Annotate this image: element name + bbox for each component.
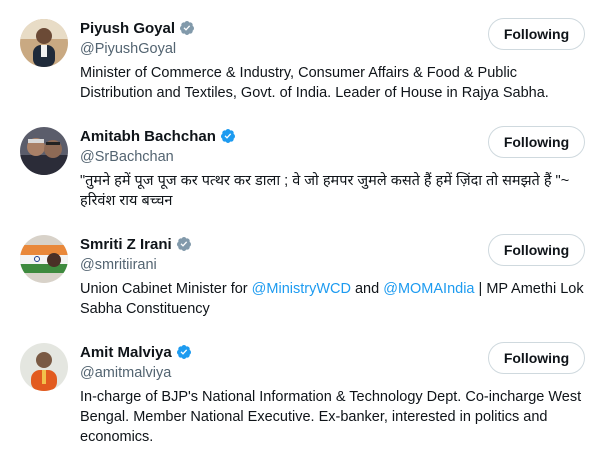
- mention-link[interactable]: @MinistryWCD: [252, 281, 351, 297]
- following-button[interactable]: Following: [488, 342, 585, 374]
- bio-text: In-charge of BJP's National Information …: [80, 389, 582, 445]
- username-handle[interactable]: @SrBachchan: [80, 147, 236, 167]
- verified-badge-gray-icon: [176, 237, 191, 251]
- verified-badge-blue-icon: [220, 129, 235, 143]
- avatar[interactable]: [20, 19, 68, 67]
- username-handle[interactable]: @PiyushGoyal: [80, 39, 195, 59]
- avatar[interactable]: [20, 235, 68, 283]
- user-bio: "तुमने हमें पूज पूज कर पत्थर कर डाला ; व…: [80, 171, 585, 211]
- display-name[interactable]: Amitabh Bachchan: [80, 128, 216, 145]
- bio-text: Minister of Commerce & Industry, Consume…: [80, 65, 549, 101]
- display-name[interactable]: Amit Malviya: [80, 344, 172, 361]
- user-cell[interactable]: Piyush Goyal @PiyushGoyal Following Mini…: [0, 17, 601, 103]
- verified-badge-gray-icon: [180, 21, 195, 35]
- following-button[interactable]: Following: [488, 234, 585, 266]
- mention-link[interactable]: @MOMAIndia: [383, 281, 474, 297]
- user-cell[interactable]: Smriti Z Irani @smritiirani Following Un…: [0, 233, 601, 319]
- user-bio: Union Cabinet Minister for @MinistryWCD …: [80, 279, 585, 319]
- avatar[interactable]: [20, 127, 68, 175]
- display-name[interactable]: Smriti Z Irani: [80, 236, 172, 253]
- verified-badge-blue-icon: [176, 345, 191, 359]
- username-handle[interactable]: @amitmalviya: [80, 363, 192, 383]
- bio-text: Union Cabinet Minister for: [80, 281, 252, 297]
- bio-text: "तुमने हमें पूज पूज कर पत्थर कर डाला ; व…: [80, 173, 570, 209]
- user-bio: In-charge of BJP's National Information …: [80, 387, 585, 447]
- user-bio: Minister of Commerce & Industry, Consume…: [80, 63, 585, 103]
- avatar[interactable]: [20, 343, 68, 391]
- following-button[interactable]: Following: [488, 126, 585, 158]
- user-cell[interactable]: Amitabh Bachchan @SrBachchan Following "…: [0, 125, 601, 211]
- following-list: Piyush Goyal @PiyushGoyal Following Mini…: [0, 0, 601, 454]
- user-cell[interactable]: Amit Malviya @amitmalviya Following In-c…: [0, 341, 601, 447]
- bio-text: and: [350, 281, 384, 297]
- username-handle[interactable]: @smritiirani: [80, 255, 192, 275]
- following-button[interactable]: Following: [488, 18, 585, 50]
- display-name[interactable]: Piyush Goyal: [80, 20, 175, 37]
